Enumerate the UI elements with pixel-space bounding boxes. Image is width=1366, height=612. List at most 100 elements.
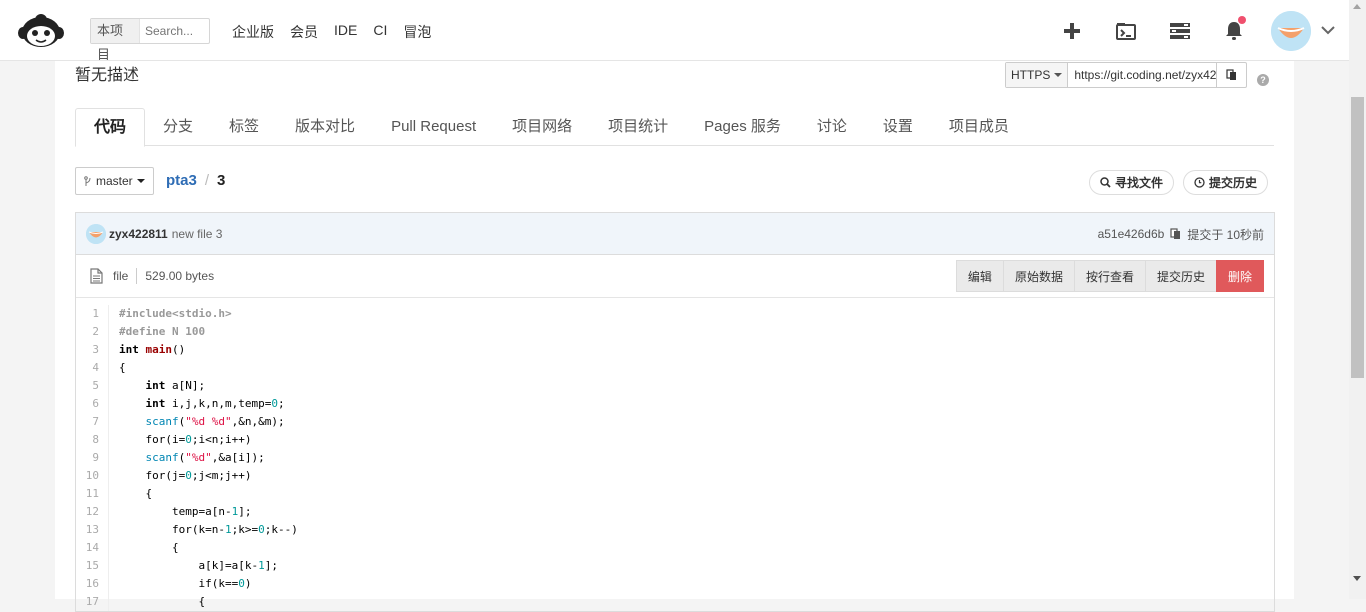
- raw-button[interactable]: 原始数据: [1002, 260, 1075, 292]
- code-line: scanf("%d",&a[i]);: [145, 451, 265, 464]
- repo-panel: 暂无描述 HTTPS ? 代码 分支 标签 版本对比 Pull Request …: [55, 61, 1294, 612]
- tab-pull-request[interactable]: Pull Request: [373, 108, 494, 145]
- scroll-down-icon[interactable]: [1353, 576, 1361, 581]
- clone-url-input[interactable]: [1068, 63, 1217, 87]
- code-line: for(i=0;i<n;i++): [119, 433, 252, 446]
- bell-icon[interactable]: [1207, 0, 1261, 61]
- chevron-down-icon[interactable]: [1311, 0, 1345, 61]
- line-number: 1: [92, 307, 99, 320]
- coding-logo-icon[interactable]: [18, 12, 64, 50]
- tab-settings[interactable]: 设置: [865, 108, 931, 145]
- committer-avatar[interactable]: [86, 223, 106, 244]
- code-line: int i,j,k,n,m,temp=0;: [145, 397, 285, 410]
- code-line: a[k]=a[k-1];: [119, 559, 278, 572]
- file-size: 529.00 bytes: [145, 269, 215, 283]
- tab-network[interactable]: 项目网络: [494, 108, 590, 145]
- line-number: 11: [85, 487, 99, 500]
- blame-button[interactable]: 按行查看: [1073, 260, 1146, 292]
- line-number: 4: [92, 361, 99, 374]
- clone-protocol-select[interactable]: HTTPS: [1006, 63, 1069, 87]
- divider: [136, 268, 138, 284]
- line-number: 15: [85, 559, 99, 572]
- latest-commit-bar: zyx422811 new file 3 a51e426d6b 提交于 10秒前: [76, 213, 1274, 255]
- tab-tags[interactable]: 标签: [211, 108, 277, 145]
- tab-pages[interactable]: Pages 服务: [686, 108, 799, 145]
- repo-tabs: 代码 分支 标签 版本对比 Pull Request 项目网络 项目统计 Pag…: [75, 108, 1274, 147]
- clone-url-box: HTTPS: [1005, 62, 1248, 88]
- tab-members[interactable]: 项目成员: [931, 108, 1027, 145]
- top-right-icons: [1045, 0, 1349, 61]
- line-number: 7: [92, 415, 99, 428]
- tab-compare[interactable]: 版本对比: [277, 108, 373, 145]
- page-scrollbar[interactable]: [1349, 0, 1366, 599]
- copy-icon[interactable]: [1170, 228, 1181, 240]
- nav-ci[interactable]: CI: [373, 22, 387, 42]
- commit-hash[interactable]: a51e426d6b: [1098, 227, 1165, 241]
- branch-name: master: [96, 174, 133, 188]
- commit-meta: a51e426d6b 提交于 10秒前: [1098, 213, 1264, 255]
- line-number: 8: [92, 433, 99, 446]
- line-number: 6: [92, 397, 99, 410]
- tab-code[interactable]: 代码: [75, 108, 146, 147]
- edit-button[interactable]: 编辑: [955, 260, 1004, 292]
- code-line: int main(): [119, 343, 186, 356]
- code-line: {: [119, 541, 179, 554]
- terminal-icon[interactable]: [1099, 0, 1153, 61]
- committer-name[interactable]: zyx422811: [109, 227, 168, 241]
- repo-description: 暂无描述: [75, 67, 140, 84]
- file-history-button[interactable]: 提交历史: [1144, 260, 1217, 292]
- clone-protocol-label: HTTPS: [1011, 68, 1051, 82]
- tab-discussion[interactable]: 讨论: [799, 108, 865, 145]
- commit-message[interactable]: new file 3: [172, 227, 223, 241]
- top-nav: 企业版 会员 IDE CI 冒泡: [232, 22, 431, 42]
- nav-membership[interactable]: 会员: [290, 22, 318, 42]
- file-icon: [90, 268, 103, 284]
- notification-dot: [1238, 16, 1246, 24]
- scroll-up-icon[interactable]: [1353, 4, 1361, 9]
- commit-time: 提交于 10秒前: [1187, 227, 1264, 242]
- search-box: 本项目: [90, 18, 210, 62]
- line-number: 13: [85, 523, 99, 536]
- code-line: #include<stdio.h>: [119, 307, 232, 320]
- nav-bubble[interactable]: 冒泡: [403, 22, 431, 42]
- code-line: #define N 100: [119, 325, 206, 338]
- code-lines[interactable]: #include<stdio.h> #define N 100 int main()…: [109, 305, 298, 611]
- find-file-label: 寻找文件: [1115, 176, 1164, 190]
- line-number: 9: [92, 451, 99, 464]
- file-viewer: zyx422811 new file 3 a51e426d6b 提交于 10秒前…: [75, 212, 1275, 612]
- help-icon[interactable]: ?: [1257, 74, 1269, 86]
- line-number: 14: [85, 541, 99, 554]
- find-file-button[interactable]: 寻找文件: [1089, 170, 1175, 195]
- server-icon[interactable]: [1153, 0, 1207, 61]
- file-type: file: [113, 269, 129, 283]
- tab-statistics[interactable]: 项目统计: [590, 108, 686, 145]
- line-number: 12: [85, 505, 99, 518]
- code-line: {: [119, 487, 153, 500]
- search-input[interactable]: [145, 24, 209, 38]
- code-line: temp=a[n-1];: [119, 505, 252, 518]
- code-line: for(j=0;j<m;j++): [119, 469, 252, 482]
- delete-button[interactable]: 删除: [1215, 260, 1264, 292]
- user-avatar[interactable]: [1271, 10, 1311, 51]
- breadcrumb-repo-link[interactable]: pta3: [166, 172, 197, 189]
- nav-enterprise[interactable]: 企业版: [232, 22, 274, 42]
- code-view: 1 2 3 4 5 6 7 8 9 10 11 12 13 14 15 16 17 #include<stdio…: [76, 298, 1274, 611]
- caret-down-icon: [136, 179, 145, 183]
- nav-ide[interactable]: IDE: [334, 22, 357, 42]
- file-actions: 编辑 原始数据 按行查看 提交历史 删除: [955, 260, 1264, 292]
- code-line: for(k=n-1;k>=0;k--): [119, 523, 298, 536]
- line-number: 17: [85, 595, 99, 608]
- copy-icon[interactable]: [1216, 63, 1246, 87]
- line-number: 3: [92, 343, 99, 356]
- breadcrumb-separator: /: [204, 172, 210, 189]
- tab-branches[interactable]: 分支: [145, 108, 211, 145]
- line-number: 16: [85, 577, 99, 590]
- search-scope[interactable]: 本项目: [91, 19, 140, 62]
- plus-icon[interactable]: [1045, 0, 1099, 61]
- clock-icon: [1194, 177, 1205, 188]
- branch-selector[interactable]: master: [75, 167, 154, 195]
- history-button[interactable]: 提交历史: [1183, 170, 1269, 195]
- scroll-thumb[interactable]: [1351, 97, 1364, 378]
- branch-icon: [84, 175, 91, 186]
- history-label: 提交历史: [1209, 176, 1258, 190]
